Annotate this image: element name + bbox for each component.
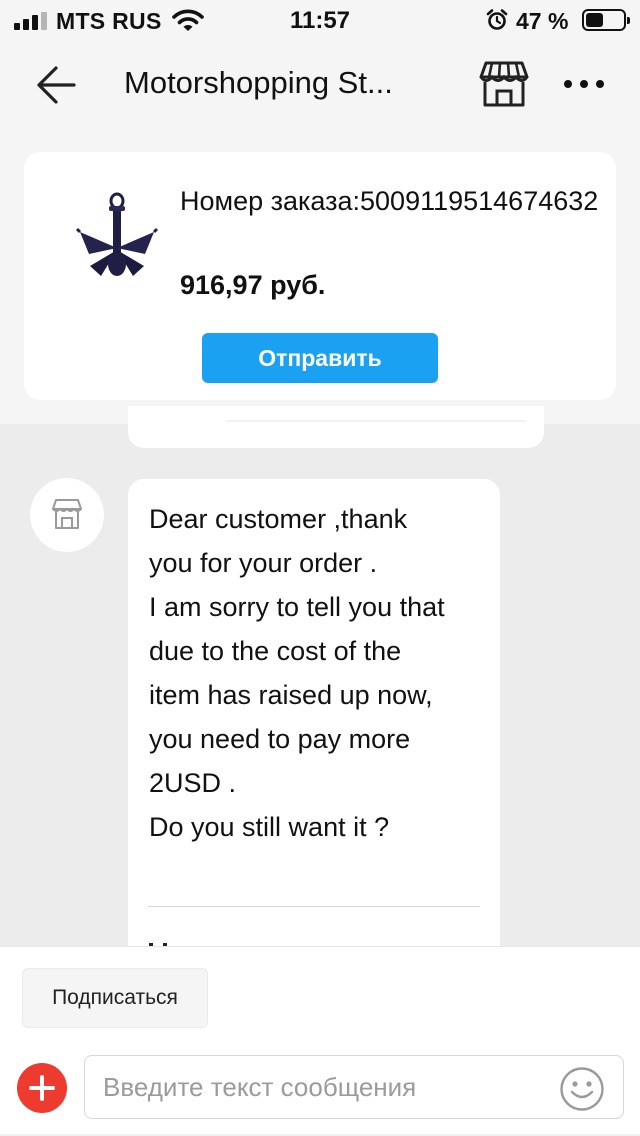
- bottom-area: Подписаться: [0, 946, 640, 1136]
- status-bar: MTS RUS 11:57 47 %: [0, 0, 640, 40]
- back-arrow-icon[interactable]: [34, 62, 80, 108]
- anchor-product-image: [76, 192, 158, 276]
- order-number: Номер заказа:5009119514674632: [180, 186, 599, 216]
- store-icon: [52, 499, 82, 529]
- order-section: Номер заказа:5009119514674632 916,97 руб…: [0, 128, 640, 424]
- subscribe-button[interactable]: Подписаться: [22, 968, 208, 1028]
- nav-bar: Motorshopping St...: [0, 40, 640, 128]
- plus-icon[interactable]: [17, 1063, 67, 1113]
- store-avatar[interactable]: [30, 478, 104, 552]
- store-icon[interactable]: [478, 60, 530, 108]
- more-icon[interactable]: [562, 70, 606, 98]
- message-text: Dear customer ,thank you for your order …: [149, 504, 445, 842]
- order-price: 916,97 руб.: [180, 270, 326, 300]
- battery-icon: [582, 9, 630, 31]
- order-card[interactable]: Номер заказа:5009119514674632 916,97 руб…: [24, 152, 616, 400]
- previous-message-bubble: [128, 406, 544, 448]
- message-divider: [148, 906, 480, 907]
- alarm-icon: [486, 9, 508, 30]
- message-bubble: Dear customer ,thank you for your order …: [128, 479, 500, 979]
- message-input-box[interactable]: [84, 1055, 624, 1119]
- message-input[interactable]: [103, 1066, 553, 1108]
- emoji-icon[interactable]: [559, 1066, 605, 1112]
- send-order-button[interactable]: Отправить: [202, 333, 438, 383]
- battery-percentage: 47 %: [516, 8, 569, 34]
- battery-level: [586, 13, 603, 27]
- store-title: Motorshopping St...: [124, 65, 393, 100]
